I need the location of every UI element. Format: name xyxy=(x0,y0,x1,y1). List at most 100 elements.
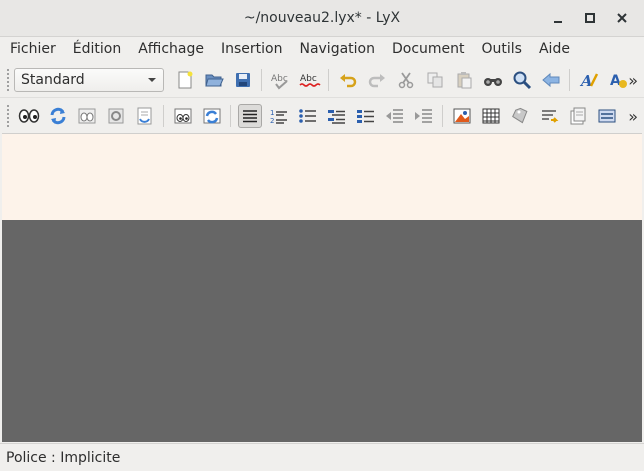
insert-table-icon xyxy=(482,108,499,124)
update-changes-icon xyxy=(203,108,220,124)
redo-button[interactable] xyxy=(365,68,389,92)
increase-depth-button[interactable] xyxy=(412,104,436,128)
spellcheck-continuous-button[interactable]: Abc xyxy=(298,68,322,92)
main-toolbar: Standard Abc Abc A A » xyxy=(0,63,644,98)
open-document-button[interactable] xyxy=(202,68,226,92)
insert-note-icon xyxy=(570,107,585,125)
status-text: Police : Implicite xyxy=(6,449,121,466)
description-list-icon xyxy=(327,110,345,124)
insert-graphics-icon xyxy=(453,108,470,124)
numbered-list-button[interactable]: 12 xyxy=(267,104,291,128)
align-justify-icon xyxy=(242,110,257,123)
description-list-button[interactable] xyxy=(325,104,349,128)
toolbar-overflow-button[interactable]: » xyxy=(628,63,638,97)
view-button[interactable] xyxy=(17,104,41,128)
svg-text:Abc: Abc xyxy=(300,74,317,84)
cut-icon xyxy=(398,72,413,89)
open-document-icon xyxy=(204,74,224,87)
navigate-back-icon xyxy=(541,72,559,88)
new-document-button[interactable] xyxy=(173,68,197,92)
view-changes-button[interactable] xyxy=(171,104,195,128)
maximize-button[interactable] xyxy=(576,5,604,31)
increase-depth-icon xyxy=(414,109,432,123)
layout-select-value: Standard xyxy=(21,72,85,88)
undo-icon xyxy=(339,74,356,88)
maximize-icon xyxy=(585,13,595,23)
close-icon xyxy=(617,13,627,23)
insert-note-button[interactable] xyxy=(566,104,590,128)
toolbar-grip[interactable] xyxy=(6,104,10,128)
svg-text:1: 1 xyxy=(270,109,274,117)
view-other-icon xyxy=(108,108,123,124)
paste-icon xyxy=(457,72,471,89)
layout-select[interactable]: Standard xyxy=(14,68,164,92)
save-icon xyxy=(235,73,250,87)
document-editor[interactable] xyxy=(2,133,642,220)
close-button[interactable] xyxy=(608,5,636,31)
text-style-button[interactable]: A xyxy=(577,68,601,92)
bullet-list-button[interactable] xyxy=(296,104,320,128)
toolbar-separator xyxy=(442,105,443,127)
outline-list-button[interactable] xyxy=(354,104,378,128)
menu-aide[interactable]: Aide xyxy=(529,41,577,57)
insert-label-icon xyxy=(511,107,527,124)
title-bar: ~/nouveau2.lyx* - LyX xyxy=(0,0,644,37)
menu-affichage[interactable]: Affichage xyxy=(128,41,211,57)
menu-outils[interactable]: Outils xyxy=(472,41,529,57)
view-toolbar: 12 » xyxy=(0,99,644,133)
update-button[interactable] xyxy=(46,104,70,128)
menu-navigation[interactable]: Navigation xyxy=(289,41,382,57)
navigate-back-button[interactable] xyxy=(539,68,563,92)
copy-icon xyxy=(427,72,442,88)
insert-table-button[interactable] xyxy=(479,104,503,128)
menu-bar: Fichier Édition Affichage Insertion Navi… xyxy=(0,37,644,61)
svg-text:A: A xyxy=(610,73,621,89)
toolbar-separator xyxy=(569,69,570,91)
toolbar-separator xyxy=(230,105,231,127)
paste-button[interactable] xyxy=(452,68,476,92)
overflow-icon: » xyxy=(628,106,638,126)
update-other-button[interactable] xyxy=(133,104,157,128)
insert-label-button[interactable] xyxy=(508,104,532,128)
menu-edition[interactable]: Édition xyxy=(63,41,128,57)
numbered-list-icon: 12 xyxy=(270,109,287,125)
view-master-button[interactable] xyxy=(75,104,99,128)
toolbar-overflow-button[interactable]: » xyxy=(628,99,638,133)
align-justify-button[interactable] xyxy=(237,104,262,128)
new-document-icon xyxy=(178,71,192,89)
view-other-button[interactable] xyxy=(104,104,128,128)
bullet-list-icon xyxy=(298,109,316,123)
menu-fichier[interactable]: Fichier xyxy=(0,41,63,57)
find-replace-button[interactable] xyxy=(510,68,534,92)
toggle-outline-button[interactable] xyxy=(595,104,619,128)
menu-insertion[interactable]: Insertion xyxy=(211,41,289,57)
chevron-down-icon xyxy=(148,78,156,82)
insert-graphics-button[interactable] xyxy=(450,104,474,128)
cut-button[interactable] xyxy=(394,68,418,92)
paragraph-style-icon: A xyxy=(610,73,627,89)
find-button[interactable] xyxy=(481,68,505,92)
view-master-icon xyxy=(78,108,95,124)
find-icon xyxy=(483,78,502,86)
insert-crossref-button[interactable] xyxy=(537,104,561,128)
undo-button[interactable] xyxy=(336,68,360,92)
toolbar-grip[interactable] xyxy=(6,68,10,92)
spellcheck-icon: Abc xyxy=(271,74,287,90)
menu-document[interactable]: Document xyxy=(382,41,472,57)
copy-button[interactable] xyxy=(423,68,447,92)
paragraph-style-button[interactable]: A xyxy=(606,68,630,92)
update-changes-button[interactable] xyxy=(200,104,224,128)
view-changes-icon xyxy=(174,108,191,124)
toolbar-separator xyxy=(261,69,262,91)
minimize-button[interactable] xyxy=(544,5,572,31)
insert-crossref-icon xyxy=(541,110,558,123)
update-other-icon xyxy=(137,107,151,125)
decrease-depth-icon xyxy=(385,109,403,123)
save-button[interactable] xyxy=(231,68,255,92)
redo-icon xyxy=(368,74,385,88)
text-style-icon: A xyxy=(579,72,598,90)
view-icon xyxy=(18,109,39,123)
window-controls xyxy=(544,0,636,36)
decrease-depth-button[interactable] xyxy=(383,104,407,128)
spellcheck-button[interactable]: Abc xyxy=(269,68,293,92)
